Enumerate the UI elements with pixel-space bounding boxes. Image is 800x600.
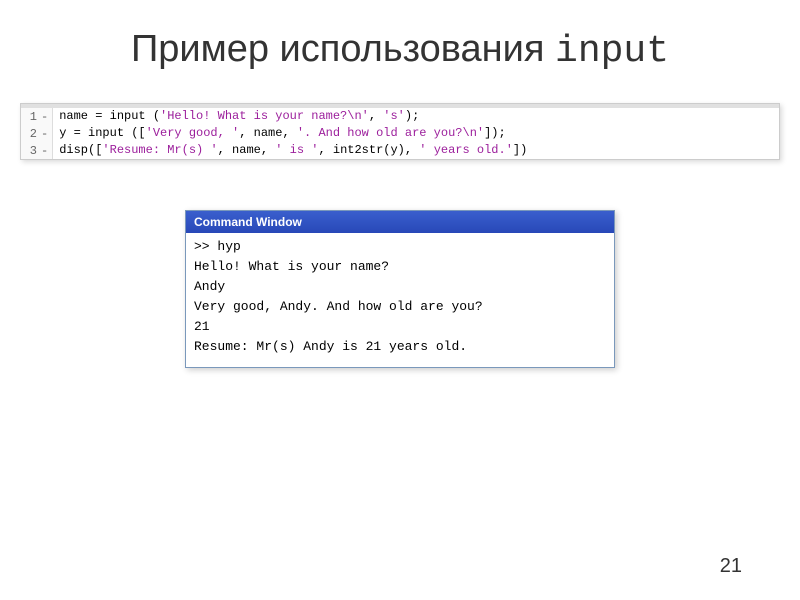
command-window-title: Command Window [186,211,614,233]
slide-title: Пример использования input [0,0,800,103]
title-text: Пример использования [131,28,555,70]
console-line: Andy [194,277,606,297]
line-number: 3- [21,142,52,159]
console-line: 21 [194,317,606,337]
console-line: >> hyp [194,237,606,257]
code-lines: name = input ('Hello! What is your name?… [53,108,779,159]
console-line: Very good, Andy. And how old are you? [194,297,606,317]
console-line: Hello! What is your name? [194,257,606,277]
line-number: 1- [21,108,52,125]
code-line: disp(['Resume: Mr(s) ', name, ' is ', in… [53,142,779,159]
code-line: y = input (['Very good, ', name, '. And … [53,125,779,142]
code-line: name = input ('Hello! What is your name?… [53,108,779,125]
command-window-body: >> hyp Hello! What is your name? Andy Ve… [186,233,614,367]
title-mono: input [555,30,669,73]
console-line: Resume: Mr(s) Andy is 21 years old. [194,337,606,357]
line-numbers: 1- 2- 3- [21,108,53,159]
command-window: Command Window >> hyp Hello! What is you… [185,210,615,368]
code-body: 1- 2- 3- name = input ('Hello! What is y… [21,108,779,159]
code-editor: 1- 2- 3- name = input ('Hello! What is y… [20,103,780,160]
line-number: 2- [21,125,52,142]
page-number: 21 [720,555,742,578]
